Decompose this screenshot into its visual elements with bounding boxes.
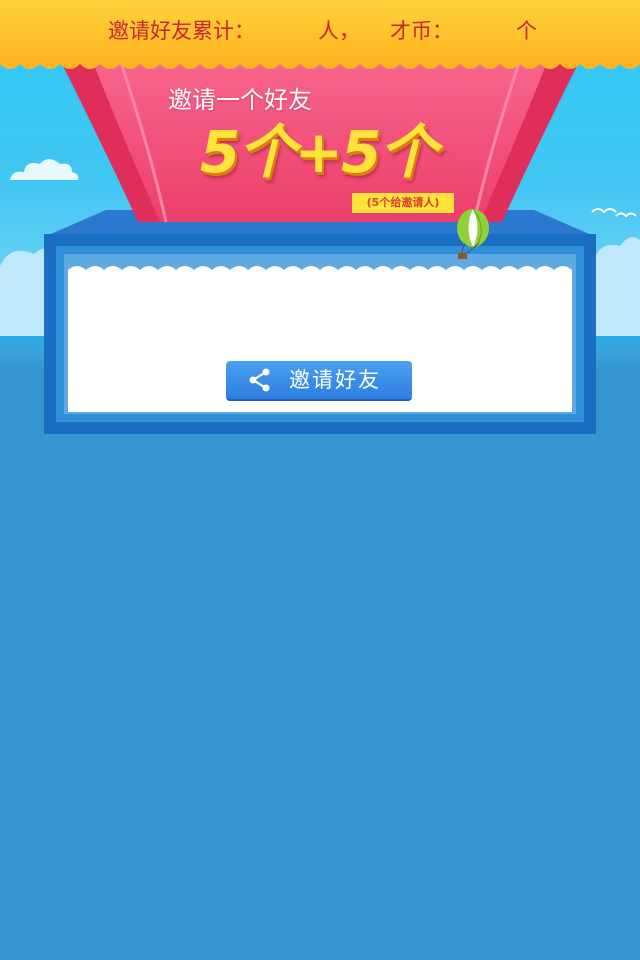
- reward-note: (5个给邀请人): [352, 193, 454, 213]
- scallop-edge: [68, 266, 572, 278]
- invite-box: [44, 234, 596, 434]
- invite-page: 邀请好友累计： 人， 才币： 个 邀请一个好友 5个+5个 (5个给邀请人) 邀…: [0, 0, 640, 960]
- invited-total-label: 邀请好友累计：: [108, 19, 255, 43]
- promo-title: 邀请一个好友: [168, 86, 312, 114]
- people-unit: 人，: [318, 19, 360, 43]
- coins-label: 才币：: [390, 19, 453, 43]
- cloud-right-icon: [590, 237, 640, 336]
- invite-friends-label: 邀请好友: [289, 368, 381, 392]
- coins-unit: 个: [516, 19, 537, 43]
- stats-banner: 邀请好友累计： 人， 才币： 个: [0, 0, 640, 76]
- reward-amount: 5个+5个: [200, 118, 437, 186]
- invite-friends-button[interactable]: 邀请好友: [226, 361, 412, 399]
- hot-air-balloon-icon: [457, 208, 489, 259]
- share-icon: [249, 368, 270, 392]
